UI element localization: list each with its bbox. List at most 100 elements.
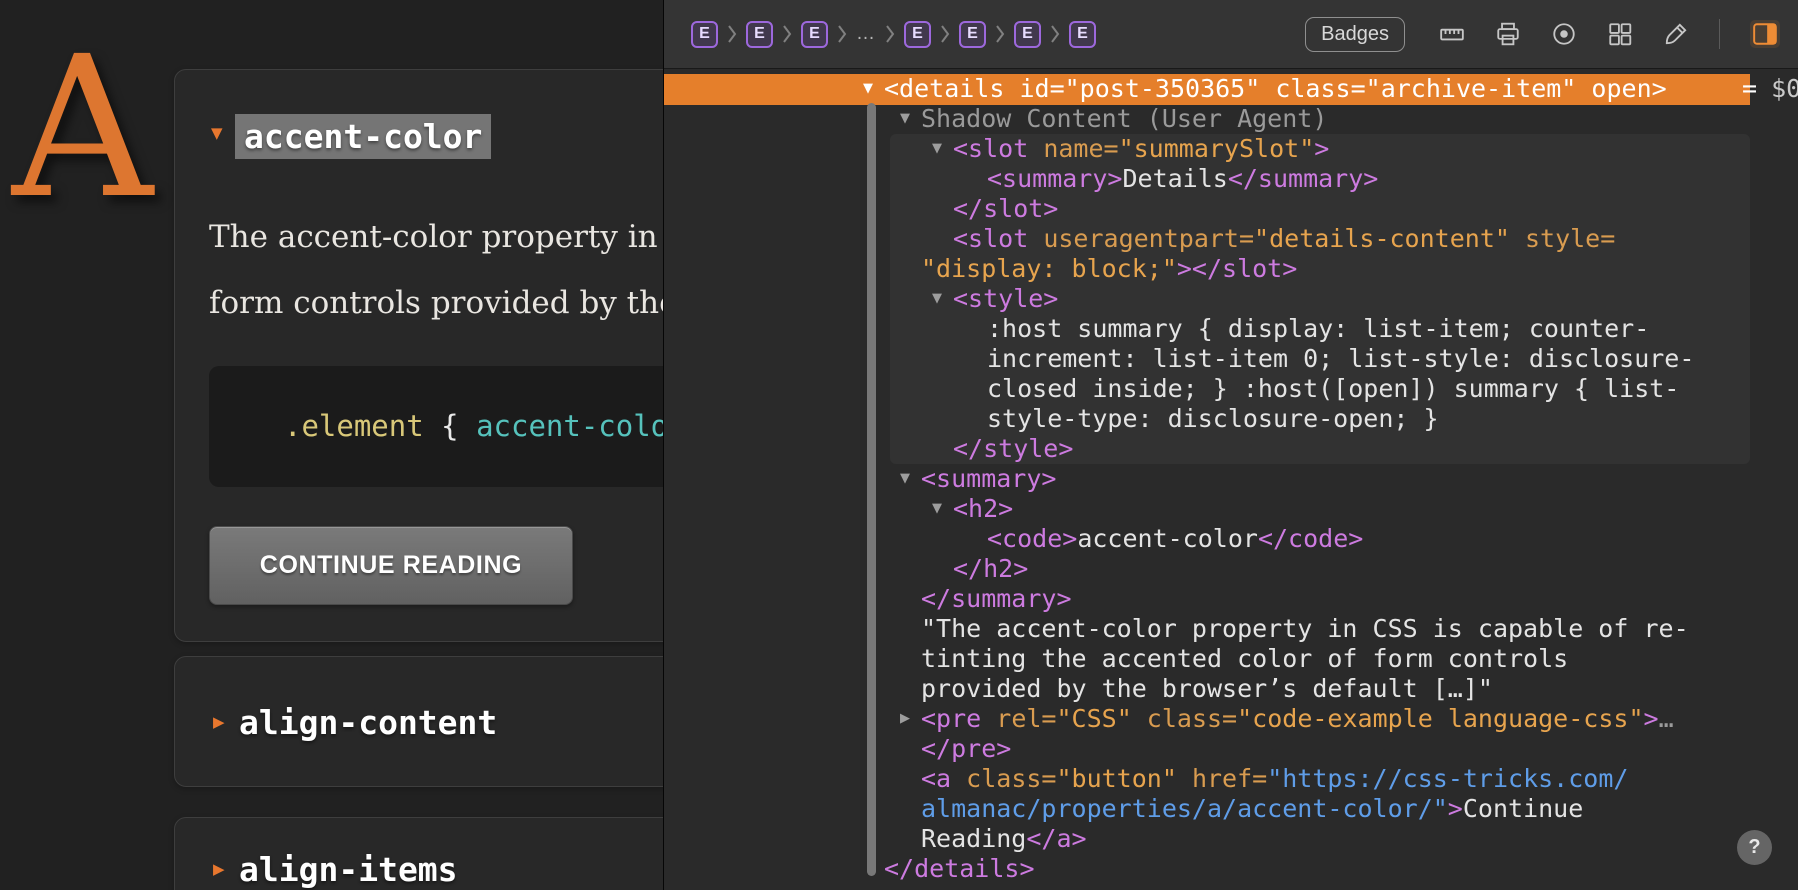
ruler-icon[interactable]: [1439, 21, 1465, 47]
disclosure-expanded-icon[interactable]: ▼: [900, 104, 910, 134]
dom-tree-row-text: <a class="button" href="https://css-tric…: [921, 764, 1629, 793]
dom-tree-row[interactable]: </h2>: [664, 554, 1798, 584]
tree-scrollbar[interactable]: [867, 103, 876, 876]
breadcrumb-separator-icon: [996, 25, 1005, 43]
element-badge-icon[interactable]: E: [959, 20, 986, 48]
devtools-toolbar: E E E… E E E E Badges: [664, 0, 1798, 69]
dom-tree-row-selected[interactable]: ▼ <details id="post-350365" class="archiv…: [664, 74, 1798, 105]
element-badge-icon[interactable]: E: [904, 20, 931, 48]
dom-tree-row[interactable]: ▼ Shadow Content (User Agent): [664, 104, 1798, 134]
element-badge-icon[interactable]: E: [746, 20, 773, 48]
console-variable-hint: = $0: [1742, 74, 1798, 103]
disclosure-expanded-icon[interactable]: ▼: [863, 74, 873, 104]
details-marker-icon[interactable]: ▼: [211, 124, 223, 142]
disclosure-expanded-icon[interactable]: ▼: [932, 134, 942, 164]
element-badge-icon[interactable]: E: [691, 20, 718, 48]
disclosure-expanded-icon[interactable]: ▼: [900, 464, 910, 494]
breadcrumb-separator-icon: [838, 25, 847, 43]
dom-tree-row[interactable]: </style>: [664, 434, 1798, 464]
dom-tree-row-text: <details id="post-350365" class="archive…: [884, 74, 1667, 103]
dom-tree-row[interactable]: </pre>: [664, 734, 1798, 764]
dom-tree-row[interactable]: <summary>Details</summary>: [664, 164, 1798, 194]
devtools-panel: E E E… E E E E Badges ▼ <details id="pos…: [663, 0, 1798, 890]
dom-tree-row[interactable]: tinting the accented color of form contr…: [664, 644, 1798, 674]
dom-tree-row-text: <slot name="summarySlot">: [953, 134, 1330, 163]
continue-reading-button[interactable]: CONTINUE READING: [209, 526, 573, 605]
dom-tree-row-text: almanac/properties/a/accent-color/">Cont…: [921, 794, 1584, 823]
breadcrumb-separator-icon: [728, 25, 737, 43]
dom-tree-row-text: <style>: [953, 284, 1059, 313]
code-selector: .element: [284, 409, 424, 443]
dom-tree-row-text: closed inside; } :host([open]) summary {…: [987, 374, 1680, 403]
card-title[interactable]: align-items: [239, 850, 458, 889]
dom-tree-row-text: increment: list-item 0; list-style: disc…: [987, 344, 1695, 373]
toolbar-separator: [1719, 19, 1720, 49]
dom-tree-row[interactable]: </slot>: [664, 194, 1798, 224]
disclosure-collapsed-icon[interactable]: ▶: [900, 704, 910, 734]
section-letter: A: [12, 14, 153, 241]
toolbar-icon-group: [1439, 19, 1780, 49]
dom-tree-row-text: "display: block;"></slot>: [921, 254, 1298, 283]
dom-tree-row-text: <summary>: [921, 464, 1057, 493]
dom-tree-row[interactable]: ▶ <pre rel="CSS" class="code-example lang…: [664, 704, 1798, 734]
dom-tree-row[interactable]: style-type: disclosure-open; }: [664, 404, 1798, 434]
dom-tree-row[interactable]: "display: block;"></slot>: [664, 254, 1798, 284]
dom-tree-row-text: <code>accent-color</code>: [987, 524, 1364, 553]
breadcrumb-separator-icon: [1051, 25, 1060, 43]
dom-tree-row[interactable]: ▼ <h2>: [664, 494, 1798, 524]
brush-icon[interactable]: [1663, 21, 1689, 47]
disclosure-expanded-icon[interactable]: ▼: [932, 494, 942, 524]
breadcrumb-separator-icon: [886, 25, 895, 43]
dom-tree-row-text: "The accent-color property in CSS is cap…: [921, 614, 1689, 643]
dom-tree-row-text: <h2>: [953, 494, 1014, 523]
help-button[interactable]: ?: [1737, 830, 1772, 865]
dom-tree-row-text: </style>: [953, 434, 1074, 463]
code-brace: {: [423, 409, 477, 443]
dom-tree-row-text: style-type: disclosure-open; }: [987, 404, 1439, 433]
dom-tree-row[interactable]: almanac/properties/a/accent-color/">Cont…: [664, 794, 1798, 824]
dom-tree-row[interactable]: </details>: [664, 854, 1798, 884]
printer-icon[interactable]: [1495, 21, 1521, 47]
dom-tree-row[interactable]: <code>accent-color</code>: [664, 524, 1798, 554]
dom-tree-row[interactable]: <a class="button" href="https://css-tric…: [664, 764, 1798, 794]
dom-tree: ▼ <details id="post-350365" class="archiv…: [664, 70, 1798, 890]
sidebar-toggle-icon[interactable]: [1750, 20, 1780, 48]
dom-tree-row[interactable]: closed inside; } :host([open]) summary {…: [664, 374, 1798, 404]
dom-tree-row[interactable]: "The accent-color property in CSS is cap…: [664, 614, 1798, 644]
dom-tree-row[interactable]: provided by the browser’s default […]": [664, 674, 1798, 704]
dom-tree-row-text: <slot useragentpart="details-content" st…: [953, 224, 1616, 253]
dom-tree-row-text: Reading</a>: [921, 824, 1087, 853]
disclosure-expanded-icon[interactable]: ▼: [932, 284, 942, 314]
details-marker-icon[interactable]: ▶: [213, 860, 225, 878]
grid-icon[interactable]: [1607, 21, 1633, 47]
element-badge-icon[interactable]: E: [1069, 20, 1096, 48]
element-badge-icon[interactable]: E: [1014, 20, 1041, 48]
breadcrumb-separator-icon: [941, 25, 950, 43]
dom-tree-row-text: </summary>: [921, 584, 1072, 613]
card-title[interactable]: align-content: [239, 703, 497, 742]
breadcrumb-separator-icon: [783, 25, 792, 43]
contrast-icon[interactable]: [1551, 21, 1577, 47]
dom-tree-row[interactable]: ▼ <summary>: [664, 464, 1798, 494]
dom-tree-row-text: Shadow Content (User Agent): [921, 104, 1328, 133]
dom-tree-row-text: </h2>: [953, 554, 1029, 583]
dom-tree-row[interactable]: <slot useragentpart="details-content" st…: [664, 224, 1798, 254]
breadcrumb-ellipsis[interactable]: …: [856, 23, 876, 45]
dom-tree-row[interactable]: ▼ <slot name="summarySlot">: [664, 134, 1798, 164]
dom-tree-row-text: :host summary { display: list-item; coun…: [987, 314, 1650, 343]
dom-tree-row-text: </pre>: [921, 734, 1012, 763]
dom-tree-row[interactable]: increment: list-item 0; list-style: disc…: [664, 344, 1798, 374]
dom-tree-row-text: </details>: [884, 854, 1035, 883]
breadcrumb: E E E… E E E E: [691, 20, 1096, 48]
dom-tree-row[interactable]: ▼ <style>: [664, 284, 1798, 314]
details-marker-icon[interactable]: ▶: [213, 713, 225, 731]
card-title[interactable]: accent-color: [235, 114, 492, 159]
dom-tree-row[interactable]: :host summary { display: list-item; coun…: [664, 314, 1798, 344]
element-badge-icon[interactable]: E: [801, 20, 828, 48]
dom-tree-row[interactable]: Reading</a>: [664, 824, 1798, 854]
dom-tree-row[interactable]: </summary>: [664, 584, 1798, 614]
dom-tree-row-text: <pre rel="CSS" class="code-example langu…: [921, 704, 1674, 733]
badges-button[interactable]: Badges: [1305, 16, 1405, 52]
dom-tree-row-text: tinting the accented color of form contr…: [921, 644, 1569, 673]
dom-tree-row-text: provided by the browser’s default […]": [921, 674, 1493, 703]
